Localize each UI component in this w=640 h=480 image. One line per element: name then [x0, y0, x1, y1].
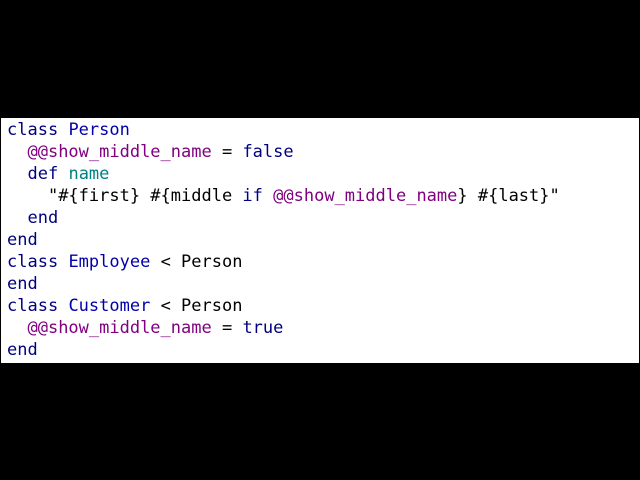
code-line: def name	[7, 163, 639, 185]
class-name: Person	[68, 120, 130, 140]
code-line: @@show_middle_name = true	[7, 317, 639, 339]
class-variable: @@show_middle_name	[27, 318, 212, 338]
superclass: < Person	[150, 296, 243, 316]
keyword-end: end	[7, 230, 38, 250]
keyword-end: end	[7, 340, 38, 360]
screen: class Person @@show_middle_name = false …	[0, 0, 640, 480]
keyword-true: true	[242, 318, 284, 338]
code-line: end	[7, 207, 639, 229]
string-part: "#{first} #{middle	[47, 186, 243, 206]
superclass: < Person	[150, 252, 243, 272]
keyword-class: class	[7, 252, 59, 272]
code-line: end	[7, 339, 639, 361]
class-name: Customer	[68, 296, 151, 316]
class-name: Employee	[68, 252, 151, 272]
code-line: end	[7, 273, 639, 295]
string-part: } #{last}"	[457, 186, 560, 206]
code-line: "#{first} #{middle if @@show_middle_name…	[7, 185, 639, 207]
keyword-end: end	[27, 208, 59, 228]
code-line: class Customer < Person	[7, 295, 639, 317]
keyword-def: def	[27, 164, 59, 184]
class-variable: @@show_middle_name	[273, 186, 458, 206]
code-line: end	[7, 229, 639, 251]
method-name: name	[68, 164, 110, 184]
code-line: class Employee < Person	[7, 251, 639, 273]
code-line: class Person	[7, 119, 639, 141]
keyword-if: if	[242, 186, 263, 206]
assign-operator: =	[211, 318, 243, 338]
code-panel: class Person @@show_middle_name = false …	[1, 118, 639, 363]
keyword-false: false	[242, 142, 294, 162]
code-line: @@show_middle_name = false	[7, 141, 639, 163]
keyword-class: class	[7, 120, 59, 140]
class-variable: @@show_middle_name	[27, 142, 212, 162]
keyword-end: end	[7, 274, 38, 294]
assign-operator: =	[211, 142, 243, 162]
keyword-class: class	[7, 296, 59, 316]
